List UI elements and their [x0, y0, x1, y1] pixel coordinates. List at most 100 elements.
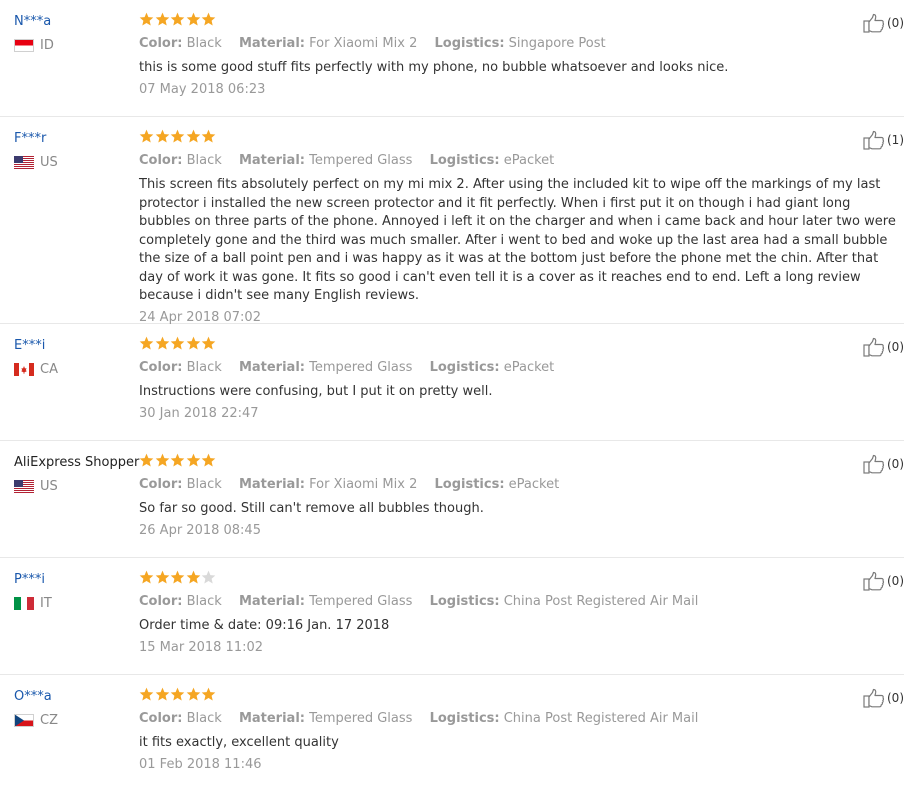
thumbs-up-icon[interactable] [863, 337, 885, 357]
material-label: Material: [238, 360, 305, 375]
review-date: 01 Feb 2018 11:46 [139, 756, 262, 772]
material-value: For Xiaomi Mix 2 [309, 477, 418, 492]
color-value: Black [186, 477, 222, 492]
star-rating [139, 687, 896, 705]
color-label: Color: [139, 153, 183, 168]
review-content: Color: Black Material: Tempered Glass Lo… [139, 129, 896, 327]
flag-czech-icon [14, 714, 34, 727]
star-rating [139, 12, 896, 30]
helpful-vote: (0) [863, 454, 904, 474]
star-filled-icon [155, 687, 170, 702]
star-filled-icon [170, 453, 185, 468]
star-filled-icon [186, 129, 201, 144]
flag-usa-icon [14, 156, 34, 169]
star-filled-icon [139, 129, 154, 144]
material-label: Material: [238, 711, 305, 726]
logistics-value: China Post Registered Air Mail [503, 594, 699, 609]
product-attributes: Color: Black Material: Tempered Glass Lo… [139, 360, 896, 376]
reviewer-name[interactable]: P***i [14, 571, 142, 589]
review-date: 07 May 2018 06:23 [139, 81, 266, 97]
star-filled-icon [170, 336, 185, 351]
color-value: Black [186, 153, 222, 168]
star-filled-icon [139, 570, 154, 585]
logistics-value: China Post Registered Air Mail [503, 711, 699, 726]
reviewer-info: N***a ID [14, 13, 142, 53]
star-filled-icon [201, 453, 216, 468]
thumbs-up-icon[interactable] [863, 130, 885, 150]
helpful-vote: (1) [863, 130, 904, 150]
reviewer-country: US [14, 479, 142, 494]
reviewer-country: CZ [14, 713, 142, 728]
helpful-count: (0) [887, 691, 904, 705]
logistics-value: ePacket [508, 477, 560, 492]
logistics-label: Logistics: [429, 711, 500, 726]
product-attributes: Color: Black Material: For Xiaomi Mix 2 … [139, 477, 896, 493]
review-item: F***r US Color: Black Material: Tempered… [0, 117, 904, 327]
country-code: ID [40, 38, 54, 53]
reviewer-name[interactable]: N***a [14, 13, 142, 31]
country-code: CZ [40, 713, 58, 728]
star-rating [139, 129, 896, 147]
product-attributes: Color: Black Material: For Xiaomi Mix 2 … [139, 36, 896, 52]
star-filled-icon [186, 570, 201, 585]
star-filled-icon [170, 129, 185, 144]
flag-italy-icon [14, 597, 34, 610]
product-attributes: Color: Black Material: Tempered Glass Lo… [139, 594, 896, 610]
review-item: N***a ID Color: Black Material: For Xiao… [0, 0, 904, 117]
reviewer-name[interactable]: E***i [14, 337, 142, 355]
material-label: Material: [238, 594, 305, 609]
helpful-vote: (0) [863, 13, 904, 33]
reviewer-name[interactable]: F***r [14, 130, 142, 148]
thumbs-up-icon[interactable] [863, 571, 885, 591]
country-code: IT [40, 596, 52, 611]
star-filled-icon [170, 570, 185, 585]
color-label: Color: [139, 477, 183, 492]
review-content: Color: Black Material: Tempered Glass Lo… [139, 687, 896, 774]
reviewer-country: IT [14, 596, 142, 611]
logistics-value: ePacket [503, 360, 555, 375]
color-label: Color: [139, 594, 183, 609]
thumbs-up-icon[interactable] [863, 688, 885, 708]
material-value: Tempered Glass [309, 594, 413, 609]
reviewer-info: F***r US [14, 130, 142, 170]
star-filled-icon [139, 687, 154, 702]
reviewer-country: ID [14, 38, 142, 53]
color-label: Color: [139, 36, 183, 51]
star-filled-icon [139, 336, 154, 351]
color-value: Black [186, 711, 222, 726]
helpful-count: (0) [887, 457, 904, 471]
color-value: Black [186, 36, 222, 51]
star-filled-icon [155, 129, 170, 144]
reviewer-info: AliExpress Shopper US [14, 454, 142, 494]
material-value: For Xiaomi Mix 2 [309, 36, 418, 51]
star-empty-icon [201, 570, 216, 585]
logistics-value: Singapore Post [508, 36, 606, 51]
review-text: So far so good. Still can't remove all b… [139, 501, 484, 516]
review-text: it fits exactly, excellent quality [139, 735, 339, 750]
review-date: 30 Jan 2018 22:47 [139, 405, 259, 421]
product-attributes: Color: Black Material: Tempered Glass Lo… [139, 153, 896, 169]
material-value: Tempered Glass [309, 153, 413, 168]
country-code: US [40, 479, 58, 494]
material-label: Material: [238, 36, 305, 51]
star-rating [139, 570, 896, 588]
helpful-vote: (0) [863, 337, 904, 357]
feedback-list: N***a ID Color: Black Material: For Xiao… [0, 0, 920, 792]
color-label: Color: [139, 711, 183, 726]
helpful-count: (1) [887, 133, 904, 147]
review-content: Color: Black Material: For Xiaomi Mix 2 … [139, 453, 896, 540]
review-item: O***a CZ Color: Black Material: Tempered… [0, 675, 904, 792]
helpful-count: (0) [887, 340, 904, 354]
reviewer-info: P***i IT [14, 571, 142, 611]
review-content: Color: Black Material: Tempered Glass Lo… [139, 336, 896, 423]
reviewer-name[interactable]: O***a [14, 688, 142, 706]
star-filled-icon [139, 12, 154, 27]
logistics-label: Logistics: [429, 360, 500, 375]
star-rating [139, 453, 896, 471]
thumbs-up-icon[interactable] [863, 454, 885, 474]
thumbs-up-icon[interactable] [863, 13, 885, 33]
material-value: Tempered Glass [309, 711, 413, 726]
review-date: 26 Apr 2018 08:45 [139, 522, 261, 538]
star-filled-icon [155, 453, 170, 468]
review-content: Color: Black Material: For Xiaomi Mix 2 … [139, 12, 896, 99]
